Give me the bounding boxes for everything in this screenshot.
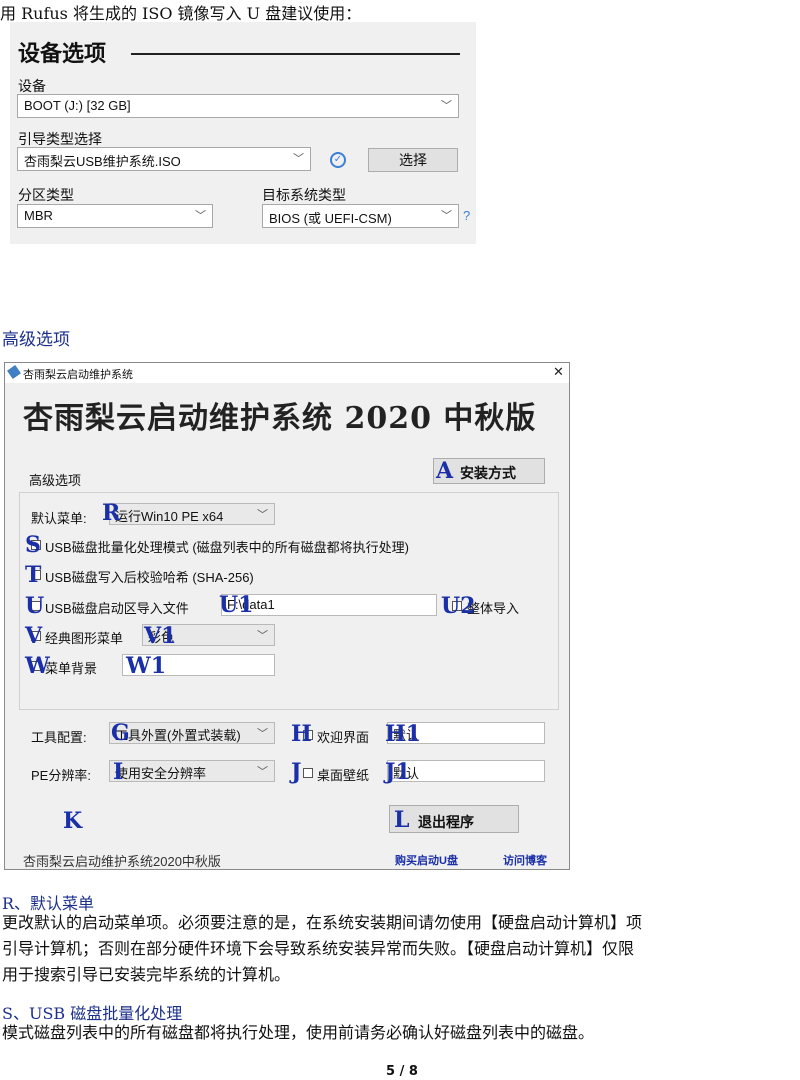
target-system-value: BIOS (或 UEFI-CSM) xyxy=(269,211,392,226)
window-title: 杏雨梨云启动维护系统 xyxy=(23,369,133,381)
chevron-down-icon: ﹀ xyxy=(257,766,268,778)
tool-config-select[interactable]: 工具外置(外置式装载) ﹀ xyxy=(109,722,275,744)
section-r-line-1: 更改默认的启动菜单项。必须要注意的是，在系统安装期间请勿使用【硬盘启动计算机】项 xyxy=(2,913,643,932)
title-divider xyxy=(131,53,460,55)
app-icon xyxy=(7,365,21,379)
section-r-line-2: 引导计算机；否则在部分硬件环境下会导致系统安装异常而失败。【硬盘启动计算机】仅限 xyxy=(2,939,635,958)
marker-w: W xyxy=(25,653,50,679)
marker-t: T xyxy=(25,562,42,588)
classic-menu-label: 经典图形菜单 xyxy=(45,631,124,646)
marker-v1: V1 xyxy=(144,623,177,649)
marker-u2: U2 xyxy=(441,593,476,619)
marker-h1: H1 xyxy=(385,721,422,747)
pe-resolution-value: 使用安全分辨率 xyxy=(115,766,207,781)
marker-a: A xyxy=(436,458,454,484)
marker-v: V xyxy=(25,623,43,649)
help-icon[interactable]: ? xyxy=(463,208,470,223)
usb-import-label: USB磁盘启动区导入文件 xyxy=(45,601,189,616)
page-number: 5 / 8 xyxy=(386,1064,418,1079)
rufus-device-options-panel: 设备选项 设备 BOOT (J:) [32 GB] ﹀ 引导类型选择 杏雨梨云U… xyxy=(10,22,476,244)
chevron-down-icon: ﹀ xyxy=(441,210,452,222)
select-button[interactable]: 选择 xyxy=(368,148,458,172)
exit-button[interactable]: L 退出程序 xyxy=(389,805,519,833)
advanced-options-heading: 高级选项 xyxy=(2,330,70,350)
default-menu-select[interactable]: 运行Win10 PE x64 ﹀ xyxy=(109,503,275,525)
tool-window: 杏雨梨云启动维护系统 ✕ 杏雨梨云启动维护系统 2020 中秋版 高级选项 A … xyxy=(4,362,570,870)
chevron-down-icon: ﹀ xyxy=(195,210,206,222)
device-value: BOOT (J:) [32 GB] xyxy=(24,98,131,113)
footer-text: 杏雨梨云启动维护系统2020中秋版 xyxy=(23,854,221,869)
welcome-screen-label: 欢迎界面 xyxy=(317,730,370,745)
marker-w1: W1 xyxy=(126,653,167,679)
pe-resolution-select[interactable]: 使用安全分辨率 ﹀ xyxy=(109,760,275,782)
marker-j1: J1 xyxy=(385,759,411,785)
chevron-down-icon: ﹀ xyxy=(257,630,268,642)
banner-title: 杏雨梨云启动维护系统 2020 中秋版 xyxy=(23,401,537,436)
partition-value: MBR xyxy=(24,208,53,223)
section-r-line-3: 用于搜索引导已安装完毕系统的计算机。 xyxy=(2,965,291,984)
chevron-down-icon: ﹀ xyxy=(441,100,452,112)
marker-r: R xyxy=(102,500,121,526)
check-icon[interactable]: ✓ xyxy=(330,152,346,168)
install-method-label: 安装方式 xyxy=(460,465,516,481)
tool-config-label: 工具配置: xyxy=(31,730,87,745)
menu-background-label: 菜单背景 xyxy=(45,661,98,676)
install-method-button[interactable]: A 安装方式 xyxy=(433,458,545,484)
marker-j: J xyxy=(291,759,302,785)
close-icon[interactable]: ✕ xyxy=(553,364,564,380)
usb-verify-label: USB磁盘写入后校验哈希 (SHA-256) xyxy=(45,570,254,585)
chevron-down-icon: ﹀ xyxy=(257,509,268,521)
section-s-line-1: 模式磁盘列表中的所有磁盘都将执行处理，使用前请务必确认好磁盘列表中的磁盘。 xyxy=(2,1023,595,1042)
window-titlebar: 杏雨梨云启动维护系统 ✕ xyxy=(5,363,569,383)
device-select[interactable]: BOOT (J:) [32 GB] ﹀ xyxy=(17,94,459,118)
boot-type-value: 杏雨梨云USB维护系统.ISO xyxy=(24,154,181,169)
marker-u1: U1 xyxy=(219,592,254,618)
rufus-section-title: 设备选项 xyxy=(18,41,107,66)
boot-type-select[interactable]: 杏雨梨云USB维护系统.ISO ﹀ xyxy=(17,147,311,171)
chevron-down-icon: ﹀ xyxy=(293,153,304,165)
visit-blog-link[interactable]: 访问博客 xyxy=(503,852,547,868)
target-system-label: 目标系统类型 xyxy=(262,187,346,203)
target-system-select[interactable]: BIOS (或 UEFI-CSM) ﹀ xyxy=(262,204,459,228)
default-menu-value: 运行Win10 PE x64 xyxy=(115,509,224,524)
marker-u: U xyxy=(25,593,45,619)
boot-type-label: 引导类型选择 xyxy=(18,131,102,147)
marker-s: S xyxy=(25,532,41,558)
default-menu-label: 默认菜单: xyxy=(31,511,87,526)
exit-button-label: 退出程序 xyxy=(418,814,474,830)
pe-resolution-label: PE分辨率: xyxy=(31,768,91,783)
marker-g: G xyxy=(111,720,130,746)
marker-k: K xyxy=(63,808,83,834)
usb-batch-label: USB磁盘批量化处理模式 (磁盘列表中的所有磁盘都将执行处理) xyxy=(45,540,410,555)
marker-l: L xyxy=(394,807,410,833)
partition-select[interactable]: MBR ﹀ xyxy=(17,204,213,228)
wallpaper-label: 桌面壁纸 xyxy=(317,768,370,783)
device-label: 设备 xyxy=(18,78,46,94)
advanced-label: 高级选项 xyxy=(29,473,82,488)
tool-config-value: 工具外置(外置式装载) xyxy=(115,728,241,743)
intro-text: 用 Rufus 将生成的 ISO 镜像写入 U 盘建议使用： xyxy=(0,4,362,23)
buy-usb-link[interactable]: 购买启动U盘 xyxy=(395,852,458,868)
marker-h: H xyxy=(291,721,312,747)
partition-label: 分区类型 xyxy=(18,187,74,203)
wallpaper-checkbox[interactable] xyxy=(303,768,313,778)
marker-i: I xyxy=(113,759,124,785)
chevron-down-icon: ﹀ xyxy=(257,728,268,740)
